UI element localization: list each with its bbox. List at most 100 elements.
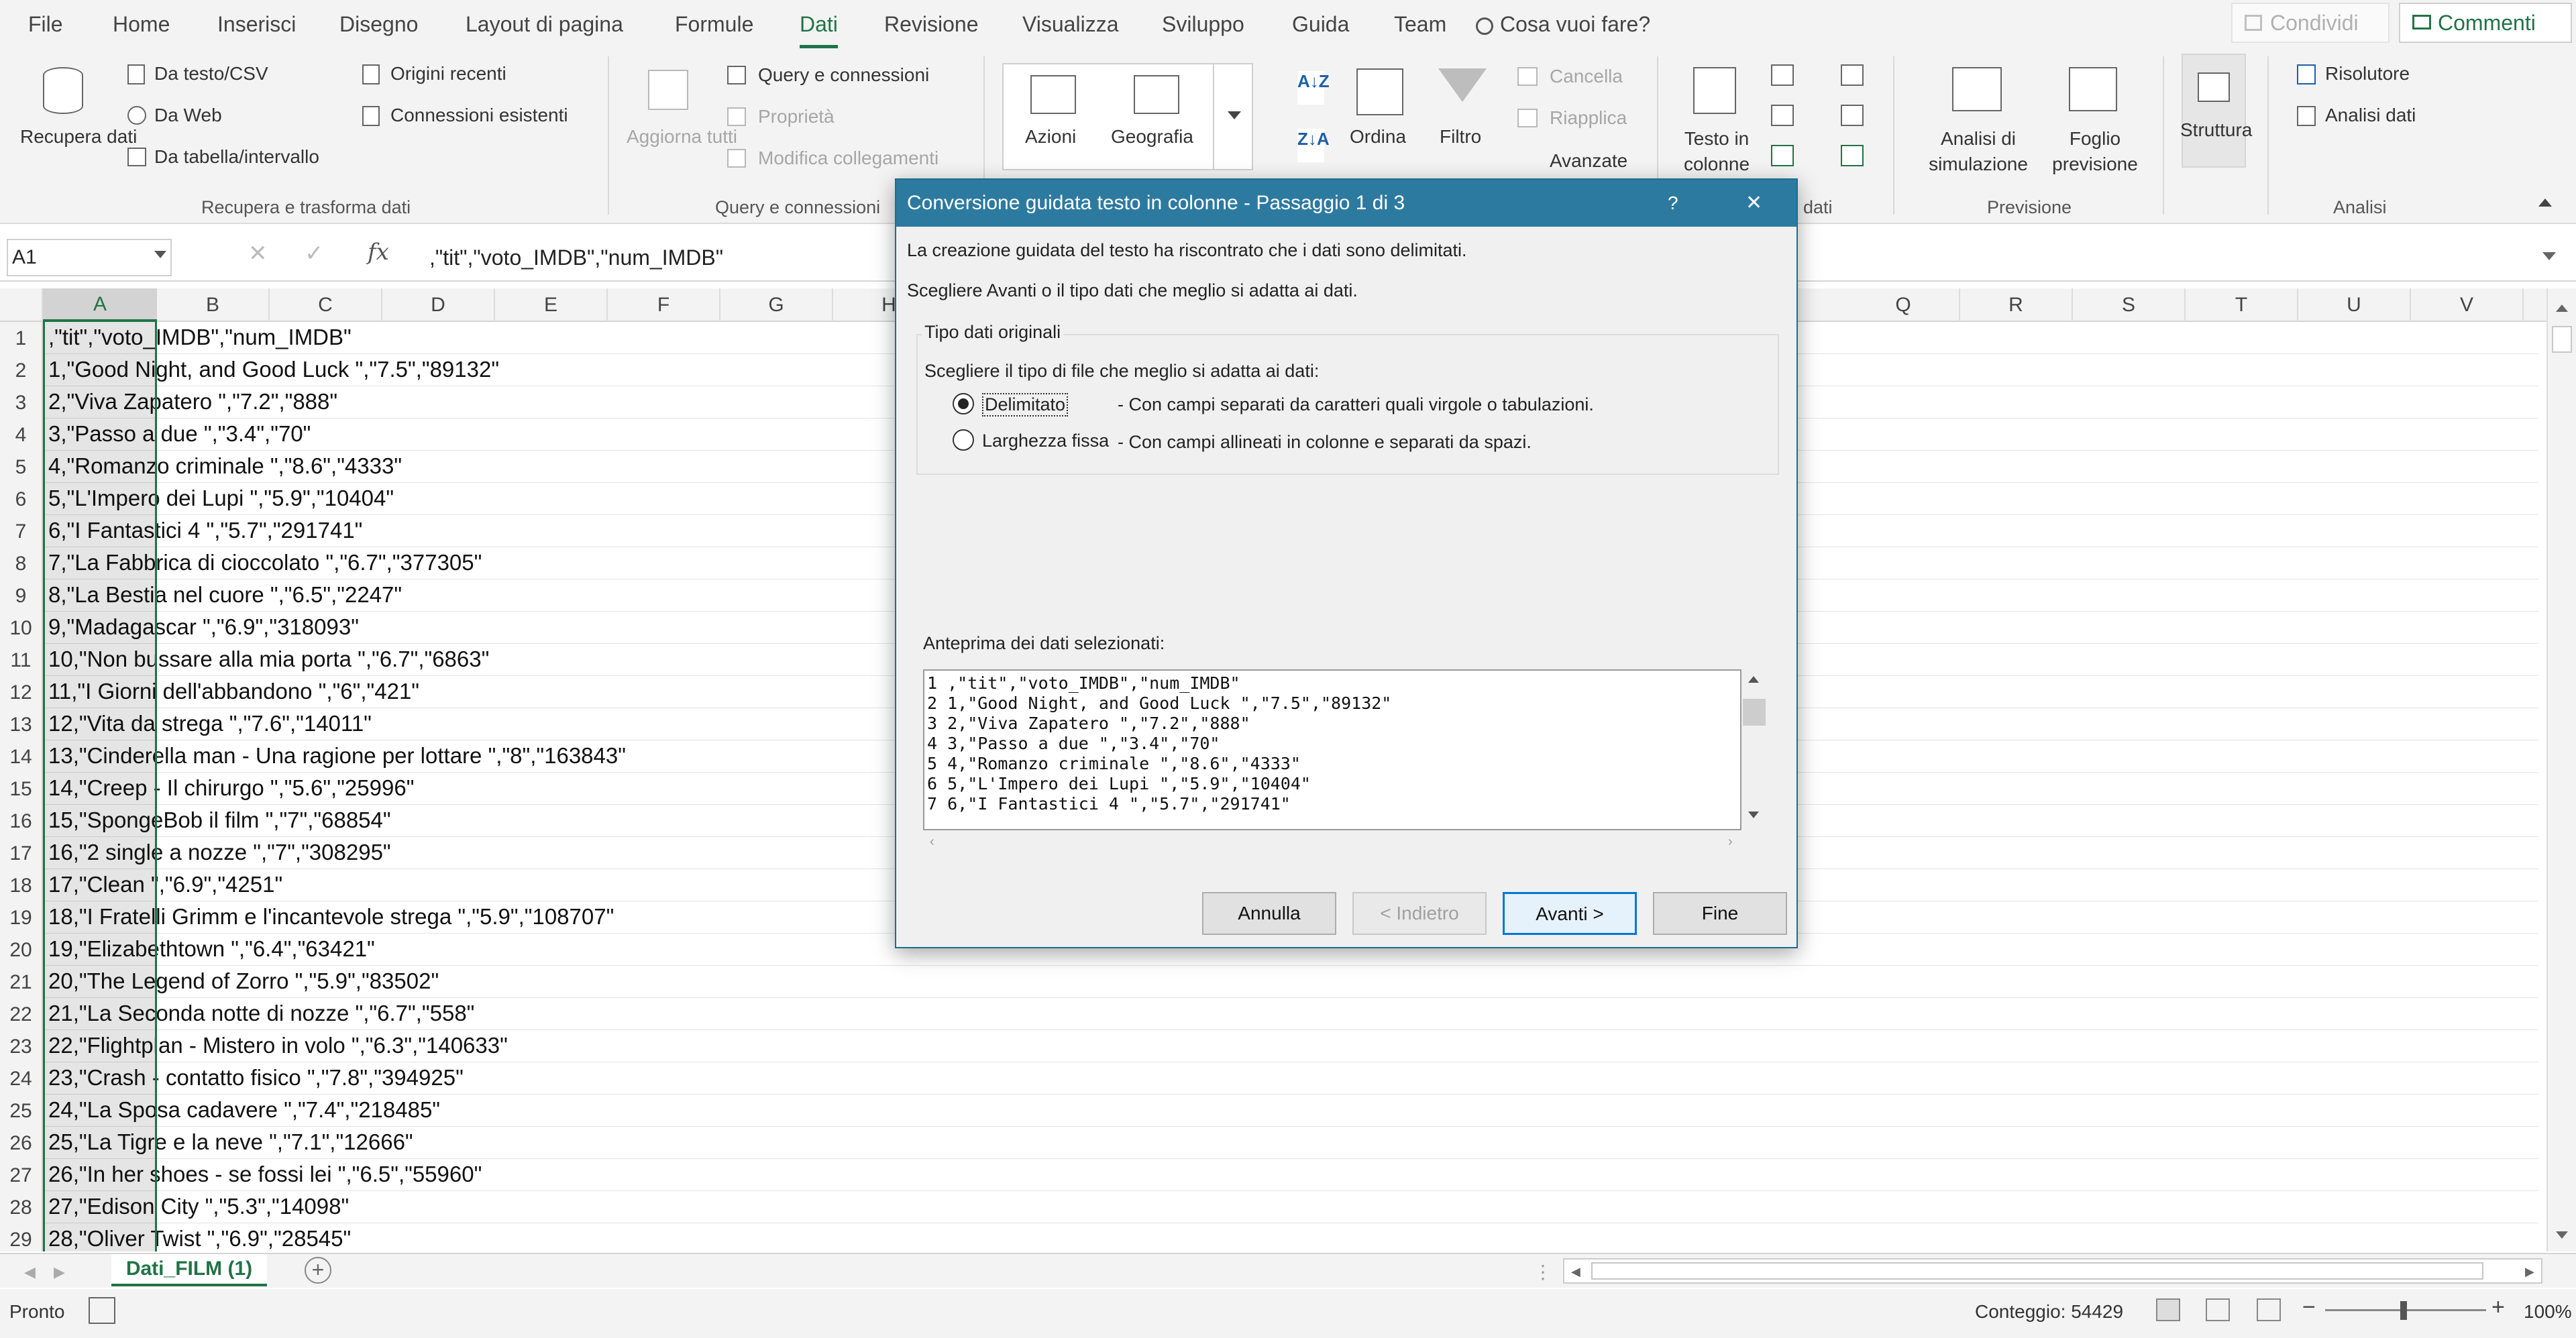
zoom-in-icon[interactable]: + [2491, 1294, 2505, 1321]
tab-disegno[interactable]: Disegno [339, 0, 418, 48]
column-header[interactable]: F [608, 288, 720, 322]
filter-button[interactable]: Filtro [1440, 126, 1481, 148]
sheet-tab-active[interactable]: Dati_FILM (1) [111, 1254, 267, 1286]
row-header[interactable]: 10 [0, 617, 42, 640]
row-header[interactable]: 2 [0, 359, 42, 382]
from-table-button[interactable]: Da tabella/intervallo [154, 146, 319, 168]
consolidate-icon[interactable] [1841, 64, 1864, 86]
column-header[interactable]: E [495, 288, 608, 322]
name-box[interactable]: A1 [7, 239, 172, 276]
flash-fill-icon[interactable] [1771, 64, 1794, 86]
preview-scroll-thumb[interactable] [1743, 699, 1766, 726]
preview-scroll-right-icon[interactable]: › [1728, 834, 1733, 850]
advanced-filter-button[interactable]: Avanzate [1550, 150, 1627, 172]
back-button[interactable]: < Indietro [1352, 892, 1487, 935]
properties-button[interactable]: Proprietà [758, 106, 835, 127]
tell-me-search[interactable]: Cosa vuoi fare? [1476, 0, 1650, 48]
from-web-button[interactable]: Da Web [154, 105, 222, 126]
gallery-more-button[interactable] [1213, 64, 1252, 169]
what-if-analysis-button[interactable]: Analisi di simulazione [1915, 126, 2042, 177]
stocks-button[interactable]: Azioni [1025, 126, 1076, 148]
row-header[interactable]: 15 [0, 778, 42, 801]
sort-za-icon[interactable]: Z↓A [1297, 129, 1330, 162]
row-header[interactable]: 26 [0, 1132, 42, 1155]
relationships-icon[interactable] [1841, 105, 1864, 126]
preview-horizontal-scrollbar[interactable]: ‹ › [923, 830, 1741, 853]
data-validation-icon[interactable] [1771, 145, 1794, 166]
row-header[interactable]: 24 [0, 1068, 42, 1091]
column-header[interactable]: T [2186, 288, 2298, 322]
preview-vertical-scrollbar[interactable] [1743, 669, 1766, 830]
row-header[interactable]: 25 [0, 1100, 42, 1123]
collapse-ribbon-icon[interactable] [2538, 199, 2552, 207]
sort-button[interactable]: Ordina [1350, 126, 1406, 148]
close-icon[interactable]: ✕ [1746, 180, 1762, 227]
outline-button[interactable]: Struttura [2180, 54, 2252, 168]
row-header[interactable]: 14 [0, 746, 42, 769]
cancel-button[interactable]: Annulla [1202, 892, 1336, 935]
row-header[interactable]: 5 [0, 456, 42, 479]
name-box-dropdown-icon[interactable] [154, 251, 166, 258]
data-preview[interactable]: 1 ,"tit","voto_IMDB","num_IMDB" 2 1,"Goo… [923, 669, 1741, 830]
row-header[interactable]: 28 [0, 1196, 42, 1219]
refresh-all-button[interactable]: Aggiorna tutti [627, 126, 737, 148]
column-header[interactable]: S [2073, 288, 2186, 322]
tab-formule[interactable]: Formule [675, 0, 753, 48]
row-header[interactable]: 22 [0, 1003, 42, 1026]
sort-az-icon[interactable]: A↓Z [1297, 71, 1330, 105]
column-header[interactable]: C [270, 288, 382, 322]
solver-button[interactable]: Risolutore [2325, 63, 2410, 85]
existing-connections-button[interactable]: Connessioni esistenti [390, 105, 568, 126]
next-button[interactable]: Avanti > [1503, 892, 1637, 935]
insert-function-icon[interactable]: fx [368, 239, 389, 266]
radio-delimited[interactable] [953, 393, 974, 414]
tab-guida[interactable]: Guida [1292, 0, 1349, 48]
preview-scroll-up-icon[interactable] [1748, 676, 1759, 683]
tab-file[interactable]: File [28, 0, 63, 48]
column-header[interactable]: V [2411, 288, 2524, 322]
row-header[interactable]: 12 [0, 681, 42, 704]
tab-inserisci[interactable]: Inserisci [217, 0, 296, 48]
edit-links-button[interactable]: Modifica collegamenti [758, 148, 938, 169]
from-text-button[interactable]: Da testo/CSV [154, 63, 268, 85]
next-sheet-icon[interactable]: ▶ [54, 1264, 65, 1281]
tab-revisione[interactable]: Revisione [884, 0, 979, 48]
radio-fixed-width-label[interactable]: Larghezza fissa [982, 431, 1109, 451]
data-model-icon[interactable] [1841, 145, 1864, 166]
page-break-view-icon[interactable] [2257, 1298, 2281, 1321]
dialog-title-bar[interactable]: Conversione guidata testo in colonne - P… [896, 180, 1796, 227]
scroll-thumb[interactable] [2552, 326, 2572, 353]
row-header[interactable]: 6 [0, 488, 42, 511]
radio-fixed-width[interactable] [953, 429, 974, 451]
tab-layout[interactable]: Layout di pagina [466, 0, 623, 48]
column-header[interactable]: B [157, 288, 270, 322]
normal-view-icon[interactable] [2156, 1298, 2180, 1321]
row-header[interactable]: 19 [0, 907, 42, 930]
row-header[interactable]: 17 [0, 842, 42, 865]
select-all-corner[interactable] [0, 288, 43, 322]
tab-dati[interactable]: Dati [800, 0, 838, 48]
row-header[interactable]: 1 [0, 327, 42, 350]
help-button[interactable]: ? [1668, 180, 1678, 227]
scroll-left-icon[interactable]: ◀ [1571, 1265, 1580, 1279]
tab-team[interactable]: Team [1394, 0, 1446, 48]
add-sheet-icon[interactable]: + [305, 1257, 331, 1284]
vertical-scrollbar[interactable] [2546, 288, 2576, 1251]
row-header[interactable]: 23 [0, 1036, 42, 1058]
column-header[interactable]: U [2298, 288, 2411, 322]
recent-sources-button[interactable]: Origini recenti [390, 63, 506, 85]
row-header[interactable]: 3 [0, 392, 42, 414]
clear-button[interactable]: Cancella [1550, 66, 1623, 87]
share-button[interactable]: Condividi [2231, 3, 2390, 43]
page-layout-view-icon[interactable] [2206, 1298, 2230, 1321]
row-header[interactable]: 16 [0, 810, 42, 833]
tab-sviluppo[interactable]: Sviluppo [1162, 0, 1244, 48]
macro-record-icon[interactable] [89, 1297, 115, 1324]
comments-button[interactable]: Commenti [2399, 3, 2572, 43]
reapply-button[interactable]: Riapplica [1550, 107, 1627, 129]
column-header[interactable]: D [382, 288, 495, 322]
column-header-selected[interactable]: A [43, 288, 157, 322]
radio-delimited-label[interactable]: Delimitato [982, 393, 1069, 416]
queries-connections-button[interactable]: Query e connessioni [758, 64, 929, 86]
text-to-columns-button[interactable]: Testo in colonne [1680, 126, 1754, 177]
